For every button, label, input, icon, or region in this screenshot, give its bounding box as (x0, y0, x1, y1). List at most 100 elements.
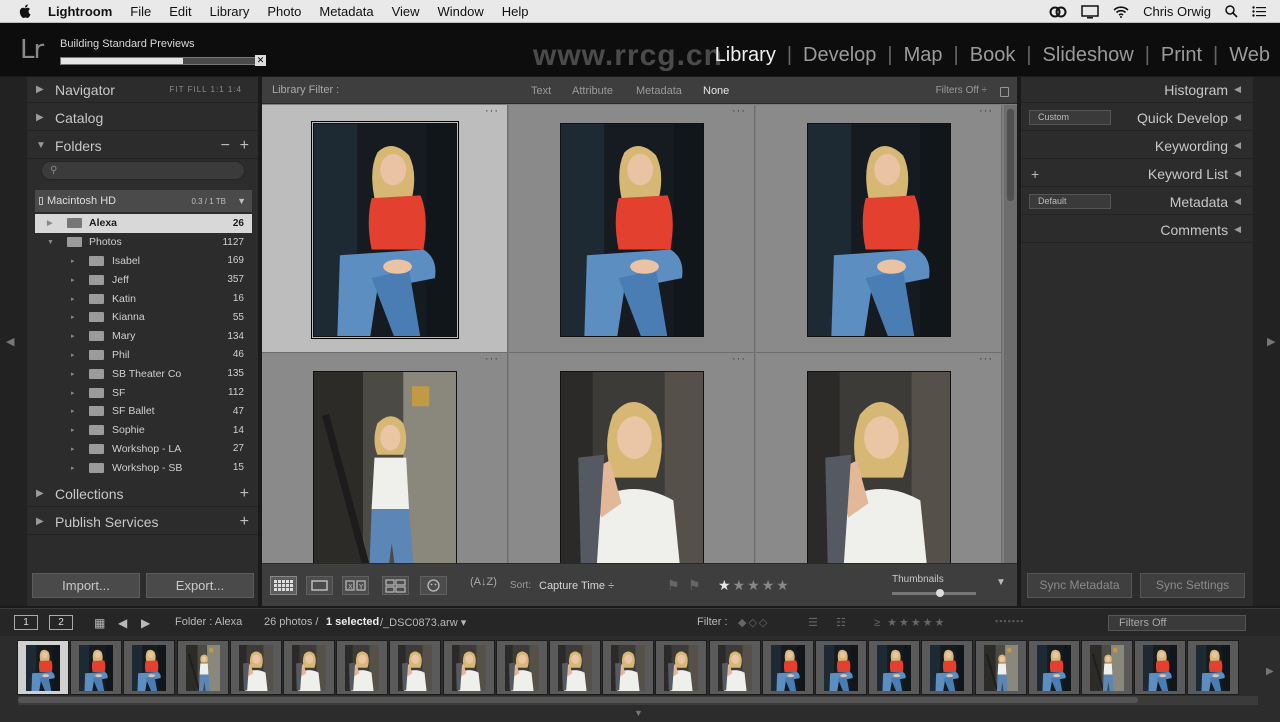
expand-icon[interactable]: ▶ (47, 219, 52, 227)
wifi-icon[interactable] (1113, 5, 1129, 18)
filmstrip-thumbnail[interactable] (1134, 640, 1187, 695)
filmstrip-thumbnail[interactable] (921, 640, 974, 695)
edit-filter-icon[interactable]: ☰ (808, 616, 818, 629)
toolbar-menu-icon[interactable]: ▼ (996, 577, 1006, 588)
filmstrip-thumbnail[interactable] (1187, 640, 1240, 695)
menu-window[interactable]: Window (438, 4, 484, 19)
filmstrip-thumbnail[interactable] (70, 640, 123, 695)
folder-row[interactable]: ▸ Katin 16 (35, 289, 252, 308)
survey-view-button[interactable] (382, 576, 409, 595)
add-collection-button[interactable]: + (240, 485, 249, 503)
cell-options-icon[interactable]: ··· (979, 353, 993, 365)
menu-help[interactable]: Help (502, 4, 529, 19)
expand-icon[interactable]: ▸ (71, 295, 75, 303)
folder-row[interactable]: ▸ Isabel 169 (35, 252, 252, 271)
color-label-filter[interactable]: ▪▪▪▪▪▪▪ (995, 616, 1024, 626)
module-develop[interactable]: Develop (803, 44, 876, 67)
sort-direction-icon[interactable]: (A↓Z) (470, 576, 497, 588)
star-icon[interactable]: ★ (762, 577, 777, 593)
filmstrip-scroll-thumb[interactable] (18, 697, 1138, 703)
expand-icon[interactable]: ▸ (71, 313, 75, 321)
navigator-header[interactable]: ▶ Navigator FIT FILL 1:1 1:4 (27, 77, 258, 103)
add-folder-button[interactable]: + (240, 137, 249, 155)
expand-icon[interactable]: ▸ (71, 332, 75, 340)
sort-select[interactable]: Capture Time ÷ (539, 580, 614, 592)
sync-metadata-button[interactable]: Sync Metadata (1027, 573, 1132, 598)
filmstrip-thumbnail[interactable] (176, 640, 229, 695)
filter-attribute[interactable]: Attribute (572, 85, 613, 97)
menu-edit[interactable]: Edit (169, 4, 191, 19)
filmstrip-thumbnail[interactable] (17, 640, 69, 695)
catalog-header[interactable]: ▶ Catalog (27, 105, 258, 131)
add-publish-service-button[interactable]: + (240, 513, 249, 531)
grid-scrollbar[interactable] (1004, 105, 1017, 563)
folder-row[interactable]: ▼ Photos 1127 (35, 233, 252, 252)
photo-thumbnail[interactable] (313, 371, 457, 563)
menu-metadata[interactable]: Metadata (319, 4, 373, 19)
expand-icon[interactable]: ▸ (71, 257, 75, 265)
module-book[interactable]: Book (970, 44, 1016, 67)
filmstrip-thumbnail[interactable] (868, 640, 921, 695)
back-arrow-icon[interactable]: ◀ (118, 616, 127, 630)
forward-arrow-icon[interactable]: ▶ (141, 616, 150, 630)
grid-cell[interactable]: ··· (509, 353, 755, 563)
module-map[interactable]: Map (904, 44, 943, 67)
cancel-progress-button[interactable]: ✕ (255, 55, 266, 66)
histogram-header[interactable]: Histogram ◀ (1021, 77, 1253, 103)
filmstrip-thumbnail[interactable] (708, 640, 761, 695)
folder-row[interactable]: ▸ SF Ballet 47 (35, 402, 252, 421)
filter-text[interactable]: Text (531, 85, 551, 97)
reject-flag-icon[interactable]: ⚑ (688, 577, 701, 594)
selected-filename[interactable]: /_DSC0873.arw ▾ (380, 616, 466, 629)
loupe-view-button[interactable] (306, 576, 333, 595)
menu-file[interactable]: File (130, 4, 151, 19)
folder-row[interactable]: ▸ Phil 46 (35, 346, 252, 365)
grid-icon[interactable]: ▦ (94, 616, 105, 630)
filmstrip-thumbnail[interactable] (442, 640, 495, 695)
creative-cloud-icon[interactable] (1049, 6, 1067, 18)
filmstrip-next-icon[interactable]: ▶ (1266, 666, 1274, 677)
filmstrip-thumbnail[interactable] (1081, 640, 1133, 695)
photo-thumbnail[interactable] (560, 371, 704, 563)
star-icon[interactable]: ★ (718, 577, 733, 593)
spotlight-search-icon[interactable] (1225, 5, 1238, 18)
cell-options-icon[interactable]: ··· (485, 105, 499, 117)
filmstrip-thumbnail[interactable] (229, 640, 282, 695)
menu-library[interactable]: Library (210, 4, 250, 19)
star-icon[interactable]: ★ (747, 577, 762, 593)
folder-search-input[interactable]: ⚲ (41, 161, 245, 180)
display-icon[interactable] (1081, 4, 1099, 19)
filmstrip-thumbnail[interactable] (974, 640, 1027, 695)
collections-header[interactable]: ▶ Collections + (27, 481, 258, 507)
secondary-window-button[interactable]: 2 (49, 615, 73, 630)
filmstrip-thumbnail[interactable] (336, 640, 389, 695)
expand-icon[interactable]: ▸ (71, 464, 75, 472)
module-library[interactable]: Library (715, 44, 776, 67)
folder-row[interactable]: ▸ Workshop - SB 15 (35, 458, 252, 477)
slider-knob[interactable] (936, 589, 944, 597)
import-button[interactable]: Import... (32, 573, 140, 598)
grid-scroll-thumb[interactable] (1007, 109, 1014, 201)
export-button[interactable]: Export... (146, 573, 254, 598)
flag-filter-icons[interactable]: ◆◇◇ (738, 616, 769, 629)
publish-services-header[interactable]: ▶ Publish Services + (27, 509, 258, 535)
grid-cell[interactable]: ··· (756, 353, 1002, 563)
expand-icon[interactable]: ▸ (71, 389, 75, 397)
thumbnail-size-slider[interactable] (892, 589, 976, 597)
grid-cell[interactable]: ··· (509, 105, 755, 353)
expand-icon[interactable]: ▸ (71, 445, 75, 453)
user-name[interactable]: Chris Orwig (1143, 4, 1211, 19)
right-panel-toggle[interactable]: ▶ (1253, 77, 1280, 606)
folder-row[interactable]: ▶ Alexa 26 (35, 214, 252, 233)
notification-center-icon[interactable] (1252, 6, 1266, 17)
remove-folder-button[interactable]: − (221, 137, 230, 155)
folder-row[interactable]: ▸ Sophie 14 (35, 421, 252, 440)
cell-options-icon[interactable]: ··· (485, 353, 499, 365)
menu-app-lightroom[interactable]: Lightroom (48, 4, 112, 19)
photo-thumbnail[interactable] (807, 123, 951, 337)
grid-cell[interactable]: ··· (262, 353, 508, 563)
keyword-list-header[interactable]: + Keyword List ◀ (1021, 161, 1253, 187)
module-slideshow[interactable]: Slideshow (1043, 44, 1134, 67)
cell-options-icon[interactable]: ··· (732, 105, 746, 117)
keywording-header[interactable]: Keywording ◀ (1021, 133, 1253, 159)
